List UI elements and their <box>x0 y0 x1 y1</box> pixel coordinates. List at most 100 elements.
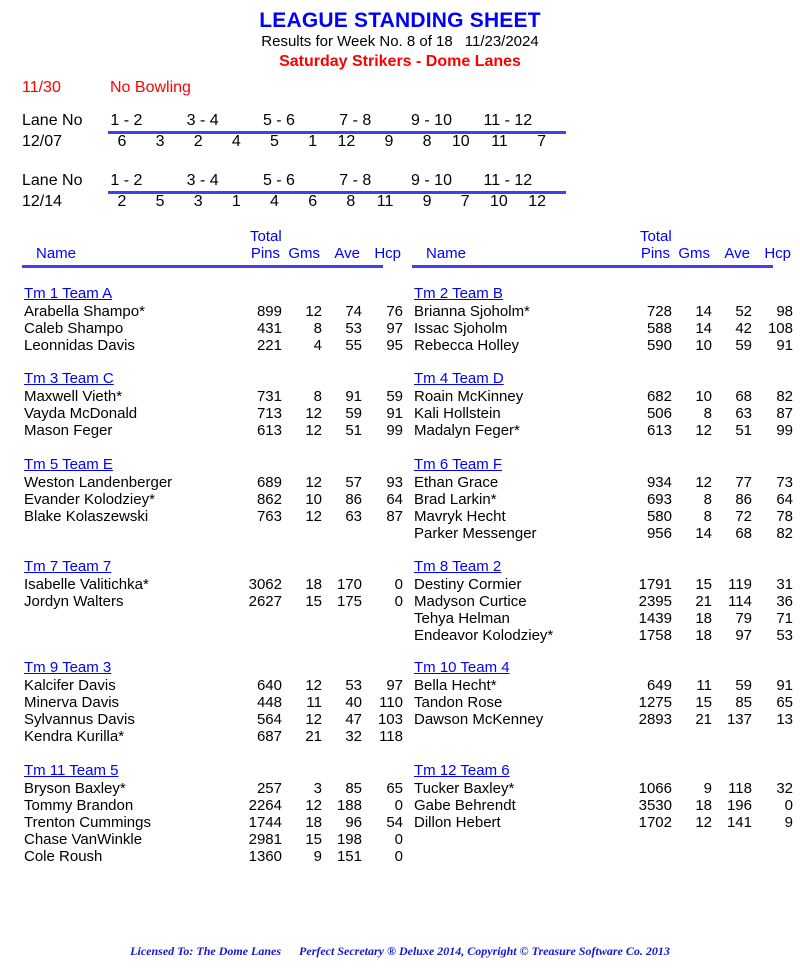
bowler-games: 12 <box>305 677 322 694</box>
bowler-handicap: 53 <box>776 627 793 644</box>
lane-team-number: 10 <box>490 193 508 210</box>
team-name-link[interactable]: Tm 5 Team E <box>24 456 113 474</box>
team-name-link[interactable]: Tm 10 Team 4 <box>414 659 510 677</box>
bowler-total-pins: 613 <box>256 422 282 439</box>
lane-team-number: 5 <box>155 193 165 210</box>
bowler-games: 11 <box>696 677 712 694</box>
team-block: Tm 6 Team F Ethan Grace 934 12 77 73 Brad Lark… <box>412 456 793 542</box>
lane-week-date: 12/14 <box>22 193 63 210</box>
bowler-total-pins: 590 <box>646 337 672 354</box>
bowler-handicap: 0 <box>394 576 403 593</box>
bowler-handicap: 0 <box>394 797 403 814</box>
bowler-name: Tommy Brandon <box>24 797 134 814</box>
table-row: Chase VanWinkle 2981 15 198 0 <box>22 831 405 848</box>
bowler-name: Madalyn Feger* <box>414 422 520 439</box>
bowler-name: Leonnidas Davis <box>24 337 135 354</box>
team-name-row: Tm 6 Team F <box>412 456 773 474</box>
total-label: Total <box>640 228 672 245</box>
team-block: Tm 7 Team 7 Isabelle Valitichka* 3062 18 170… <box>22 558 403 610</box>
bowler-name: Weston Landenberger <box>24 474 173 491</box>
bowler-table: Ethan Grace 934 12 77 73 Brad Larkin* 693 8 86 64… <box>412 474 795 542</box>
table-row: Minerva Davis 448 11 40 110 <box>22 694 405 711</box>
bowler-average: 55 <box>345 337 362 354</box>
team-name-link[interactable]: Tm 11 Team 5 <box>24 762 118 780</box>
column-header-hcp: Hcp <box>764 245 791 262</box>
bowler-average: 51 <box>735 422 752 439</box>
table-row: Kali Hollstein 506 8 63 87 <box>412 405 795 422</box>
bowler-table: Bryson Baxley* 257 3 85 65 Tommy Brandon 2264 1… <box>22 780 405 865</box>
bowler-total-pins: 2395 <box>638 593 672 610</box>
bowler-name: Caleb Shampo <box>24 320 124 337</box>
lane-team-number: 2 <box>193 133 203 150</box>
bowler-handicap: 93 <box>386 474 403 491</box>
team-name-link[interactable]: Tm 6 Team F <box>414 456 502 474</box>
bowler-total-pins: 640 <box>256 677 282 694</box>
bowler-name: Chase VanWinkle <box>24 831 143 848</box>
software-copyright-text: Perfect Secretary ® Deluxe 2014, Copyrig… <box>299 944 670 958</box>
team-name-link[interactable]: Tm 7 Team 7 <box>24 558 111 576</box>
bowler-total-pins: 2893 <box>638 711 672 728</box>
team-name-link[interactable]: Tm 4 Team D <box>414 370 504 388</box>
bowler-total-pins: 1360 <box>248 848 282 865</box>
bowler-handicap: 64 <box>776 491 793 508</box>
bowler-games: 12 <box>305 797 322 814</box>
bowler-total-pins: 693 <box>646 491 672 508</box>
bowler-games: 8 <box>703 508 712 525</box>
team-name-link[interactable]: Tm 3 Team C <box>24 370 114 388</box>
bowler-name: Trenton Cummings <box>24 814 151 831</box>
team-name-link[interactable]: Tm 8 Team 2 <box>414 558 501 576</box>
bowler-average: 85 <box>345 780 362 797</box>
lane-team-number: 6 <box>308 193 318 210</box>
bowler-total-pins: 3530 <box>638 797 672 814</box>
bowler-name: Mavryk Hecht <box>414 508 506 525</box>
lane-team-number: 9 <box>422 193 432 210</box>
bowler-name: Evander Kolodziey* <box>24 491 155 508</box>
lane-pair-header: 11 - 12 <box>483 112 533 129</box>
bowler-total-pins: 763 <box>256 508 282 525</box>
lane-team-number: 7 <box>537 133 546 150</box>
column-header-hcp: Hcp <box>374 245 401 262</box>
bowler-name: Issac Sjoholm <box>414 320 508 337</box>
bowler-games: 18 <box>305 814 322 831</box>
bowler-total-pins: 1439 <box>638 610 672 627</box>
lane-header-rule <box>108 191 566 194</box>
lane-no-label: Lane No <box>22 172 83 189</box>
bowler-name: Brad Larkin* <box>414 491 497 508</box>
bowler-average: 47 <box>345 711 362 728</box>
team-name-link[interactable]: Tm 1 Team A <box>24 285 112 303</box>
team-name-link[interactable]: Tm 12 Team 6 <box>414 762 510 780</box>
team-name-link[interactable]: Tm 9 Team 3 <box>24 659 111 677</box>
bowler-games: 3 <box>313 780 322 797</box>
lane-header-rule <box>108 131 566 134</box>
bowler-handicap: 99 <box>386 422 403 439</box>
standings-column-right: Total Name Pins Gms Ave Hcp Tm 2 Team B Brianna… <box>412 228 793 831</box>
lane-pair-header: 3 - 4 <box>186 112 219 129</box>
bowler-total-pins: 580 <box>646 508 672 525</box>
bowler-name: Tucker Baxley* <box>414 780 515 797</box>
column-header-rule <box>412 265 773 268</box>
lane-team-number: 12 <box>337 133 356 150</box>
team-block: Tm 5 Team E Weston Landenberger 689 12 57 93 E… <box>22 456 403 525</box>
table-row: Dillon Hebert 1702 12 141 9 <box>412 814 795 831</box>
bowler-average: 42 <box>735 320 752 337</box>
bowler-handicap: 31 <box>776 576 793 593</box>
bowler-average: 91 <box>345 388 362 405</box>
bowler-average: 96 <box>345 814 362 831</box>
lane-team-number: 9 <box>384 133 394 150</box>
bowler-handicap: 97 <box>386 320 403 337</box>
lane-pair-header: 5 - 6 <box>262 172 295 189</box>
table-row: Destiny Cormier 1791 15 119 31 <box>412 576 795 593</box>
bowler-total-pins: 713 <box>256 405 282 422</box>
team-name-row: Tm 5 Team E <box>22 456 383 474</box>
bowler-handicap: 0 <box>394 848 403 865</box>
bowler-handicap: 0 <box>394 593 403 610</box>
lane-team-number: 8 <box>422 133 432 150</box>
team-block: Tm 4 Team D Roain McKinney 682 10 68 82 Kali H… <box>412 370 793 439</box>
bowler-average: 59 <box>345 405 362 422</box>
bowler-games: 9 <box>703 780 712 797</box>
table-row: Endeavor Kolodziey* 1758 18 97 53 <box>412 627 795 644</box>
team-name-link[interactable]: Tm 2 Team B <box>414 285 503 303</box>
page-header: LEAGUE STANDING SHEET Results for Week N… <box>0 0 800 71</box>
bowler-name: Isabelle Valitichka* <box>24 576 149 593</box>
bowler-games: 12 <box>305 711 322 728</box>
